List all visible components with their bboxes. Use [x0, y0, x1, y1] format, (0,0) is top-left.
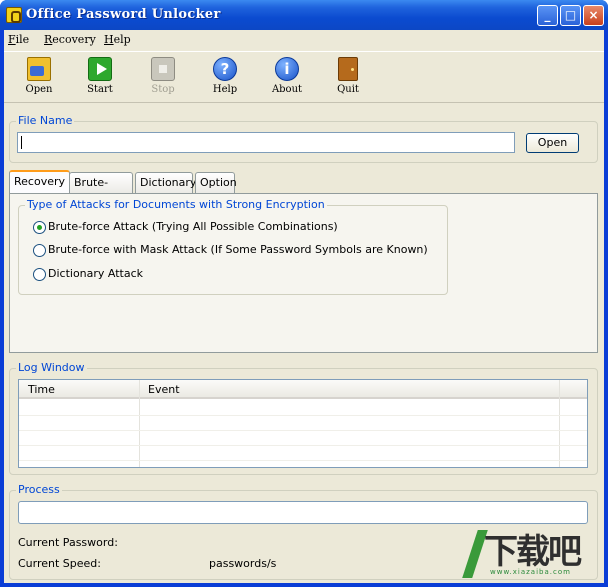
file-path-input[interactable] — [17, 132, 515, 153]
radio-brute-force-mask[interactable]: Brute-force with Mask Attack (If Some Pa… — [33, 242, 428, 258]
radio-unchecked-icon — [33, 268, 46, 281]
text-caret — [21, 136, 22, 149]
maximize-button[interactable]: □ — [560, 5, 581, 26]
tool-label: Stop — [151, 84, 175, 95]
group-title: Type of Attacks for Documents with Stron… — [25, 198, 327, 211]
about-tool-button[interactable]: i About — [265, 57, 309, 101]
tool-label: Help — [212, 84, 238, 95]
tab-recovery[interactable]: Recovery — [9, 170, 70, 193]
minimize-button[interactable]: _ — [537, 5, 558, 26]
app-window: Office Password Unlocker _ □ × File Reco… — [0, 0, 608, 587]
open-folder-icon — [27, 57, 51, 81]
tab-panel-recovery: Type of Attacks for Documents with Stron… — [9, 193, 598, 353]
close-button[interactable]: × — [583, 5, 604, 26]
file-name-group: File Name Open — [9, 114, 598, 163]
tool-label: Start — [87, 84, 113, 95]
menu-help[interactable]: Help — [104, 33, 131, 46]
column-divider — [139, 380, 140, 467]
radio-label: Brute-force Attack (Trying All Possible … — [48, 220, 338, 233]
radio-unchecked-icon — [33, 244, 46, 257]
log-table[interactable]: Time Event — [18, 379, 588, 468]
current-password-label: Current Password: — [18, 536, 118, 549]
play-icon — [88, 57, 112, 81]
start-tool-button[interactable]: Start — [78, 57, 122, 101]
stop-icon — [151, 57, 175, 81]
row-divider — [19, 460, 587, 461]
watermark-url: www.xiazaiba.com — [490, 568, 571, 576]
tool-label: About — [271, 84, 303, 95]
tool-label: Quit — [337, 84, 359, 95]
tool-label: Open — [25, 84, 53, 95]
tab-option[interactable]: Option — [195, 172, 237, 193]
radio-checked-icon — [33, 221, 46, 234]
help-icon: ? — [213, 57, 237, 81]
client-area: File Recovery Help Open Start Stop ? Hel… — [4, 30, 604, 583]
open-tool-button[interactable]: Open — [17, 57, 61, 101]
column-header-time[interactable]: Time — [28, 383, 55, 396]
current-speed-value: passwords/s — [209, 557, 277, 570]
info-icon: i — [275, 57, 299, 81]
current-speed-label: Current Speed: — [18, 557, 101, 570]
menu-bar: File Recovery Help — [4, 30, 604, 50]
window-title: Office Password Unlocker — [26, 7, 221, 22]
log-table-header: Time Event — [19, 380, 587, 399]
radio-dictionary[interactable]: Dictionary Attack — [33, 266, 183, 282]
open-file-button[interactable]: Open — [526, 133, 579, 153]
menu-recovery[interactable]: Recovery — [44, 33, 96, 46]
row-divider — [19, 445, 587, 446]
attack-type-group: Type of Attacks for Documents with Stron… — [18, 198, 448, 295]
toolbar: Open Start Stop ? Help i About Quit — [4, 51, 604, 103]
progress-bar — [18, 501, 588, 524]
radio-label: Brute-force with Mask Attack (If Some Pa… — [48, 243, 428, 256]
radio-label: Dictionary Attack — [48, 267, 144, 280]
watermark-text: 下载吧 — [484, 532, 582, 572]
stop-tool-button[interactable]: Stop — [141, 57, 185, 101]
app-lock-icon — [6, 7, 22, 23]
watermark-logo: 下载吧 www.xiazaiba.com — [462, 522, 606, 586]
quit-tool-button[interactable]: Quit — [326, 57, 370, 101]
group-title: File Name — [16, 114, 75, 127]
title-bar[interactable]: Office Password Unlocker _ □ × — [0, 0, 608, 30]
column-divider — [559, 380, 560, 467]
menu-file[interactable]: File — [8, 33, 29, 46]
group-title: Process — [16, 483, 62, 496]
column-header-event[interactable]: Event — [148, 383, 180, 396]
tab-dictionary[interactable]: Dictionary — [135, 172, 196, 193]
radio-brute-force[interactable]: Brute-force Attack (Trying All Possible … — [33, 219, 338, 235]
tab-brute-force[interactable]: Brute-force — [69, 172, 133, 208]
row-divider — [19, 430, 587, 431]
door-icon — [338, 57, 358, 81]
help-tool-button[interactable]: ? Help — [203, 57, 247, 101]
row-divider — [19, 415, 587, 416]
group-title: Log Window — [16, 361, 87, 374]
